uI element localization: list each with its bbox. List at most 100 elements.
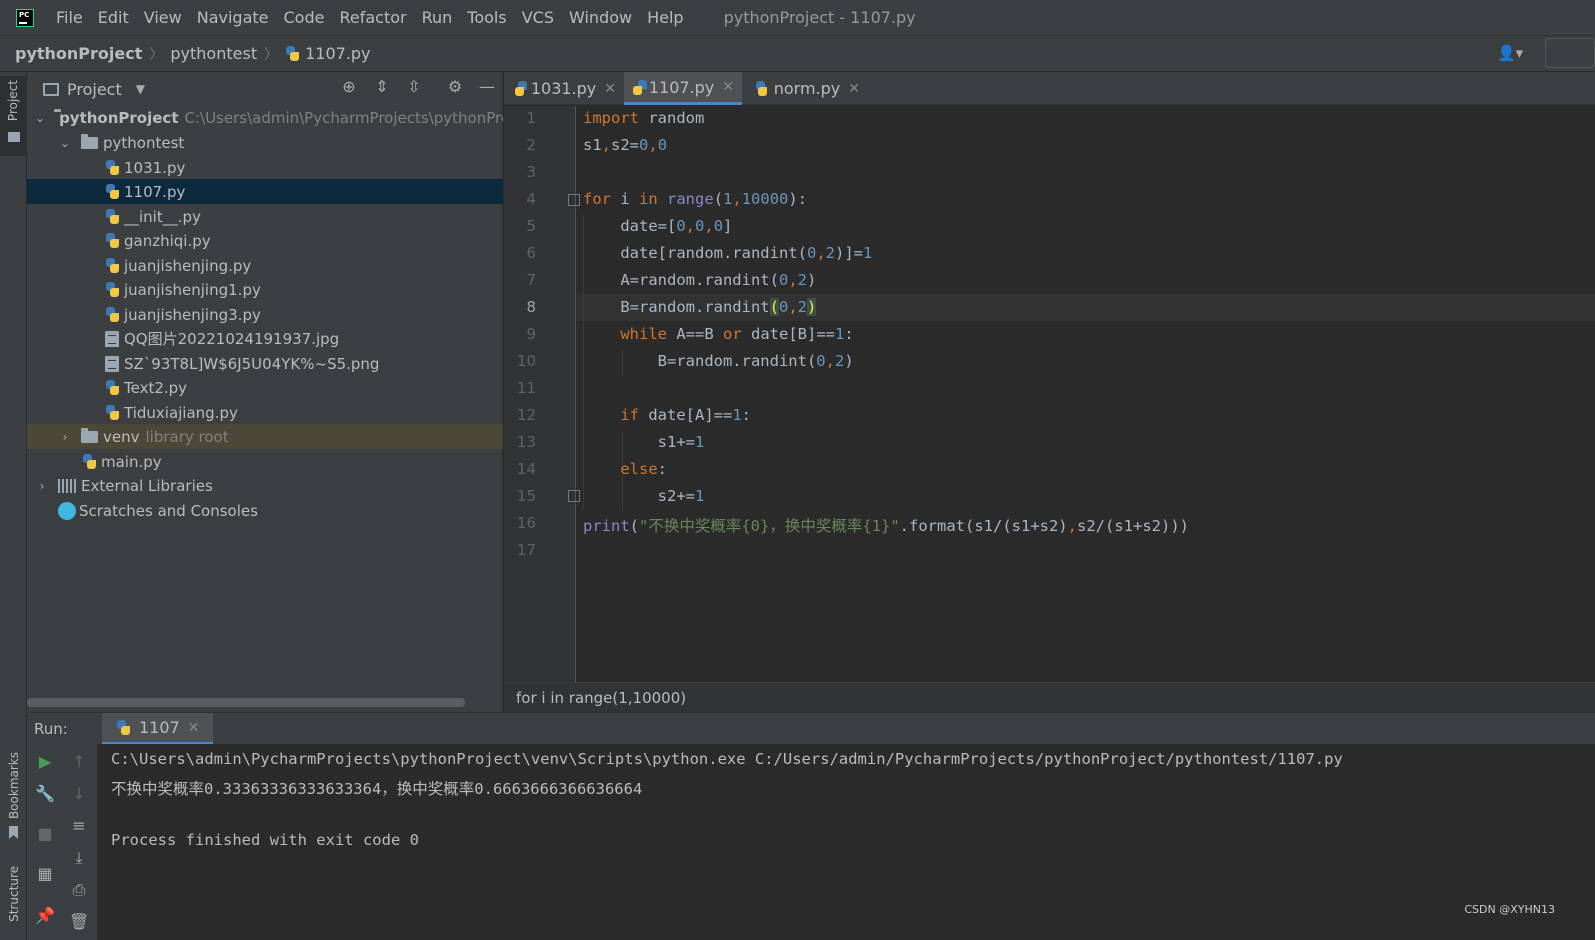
tree-root-project[interactable]: ⌄ pythonProject C:\Users\admin\PycharmPr…: [27, 105, 503, 130]
chevron-down-icon[interactable]: ⌄: [35, 111, 45, 125]
code-line-8: B=random.randint(0,2): [583, 298, 817, 316]
menu-refactor[interactable]: Refactor: [339, 8, 406, 27]
tree-file[interactable]: juanjishenjing1.py: [27, 277, 503, 302]
folder-icon: [81, 133, 98, 149]
line-number: 9: [526, 325, 536, 343]
code-line-16: print("不换中奖概率{0}，换中奖概率{1}".format(s1/(s1…: [583, 517, 1189, 535]
tree-scratches[interactable]: Scratches and Consoles: [27, 498, 503, 523]
scroll-to-end-icon[interactable]: ⤓: [69, 848, 89, 868]
project-horizontal-scrollbar[interactable]: [27, 698, 465, 707]
python-file-icon: [105, 380, 120, 395]
tree-file[interactable]: __init__.py: [27, 204, 503, 229]
soft-wrap-icon[interactable]: ≡: [69, 816, 89, 836]
code-line-13: s1+=1: [583, 433, 705, 451]
line-number: 16: [516, 514, 536, 532]
fold-marker-icon[interactable]: [568, 490, 580, 502]
run-tab-1107[interactable]: 1107 ✕: [102, 713, 214, 745]
tree-file-label: juanjishenjing.py: [124, 256, 252, 275]
tree-file-selected[interactable]: 1107.py: [27, 179, 503, 204]
hide-panel-icon[interactable]: —: [478, 78, 496, 96]
image-file-icon: [105, 355, 119, 372]
layout-icon[interactable]: ▦: [35, 864, 55, 884]
expand-all-icon[interactable]: ⇕: [373, 78, 391, 96]
tree-file[interactable]: ganzhiqi.py: [27, 228, 503, 253]
run-toolbar: ▶ ↑ 🔧 ↓ ■ ≡ ⤓ ▦ ⎙ 📌 🗑: [27, 744, 97, 940]
tab-norm[interactable]: norm.py ✕: [742, 72, 868, 105]
project-panel-title[interactable]: Project: [67, 80, 122, 99]
line-number: 7: [526, 271, 536, 289]
menu-edit[interactable]: Edit: [98, 8, 129, 27]
print-icon[interactable]: ⎙: [69, 880, 89, 900]
tree-folder-venv[interactable]: › venv library root: [27, 424, 503, 449]
menu-vcs[interactable]: VCS: [522, 8, 554, 27]
menu-window[interactable]: Window: [569, 8, 632, 27]
menu-file[interactable]: File: [56, 8, 83, 27]
python-file-icon: [105, 282, 120, 297]
breadcrumb-file[interactable]: 1107.py: [305, 44, 370, 63]
library-icon: [58, 478, 76, 493]
editor-tab-bar: 1031.py ✕ 1107.py ✕ norm.py ✕: [504, 72, 1595, 105]
menu-help[interactable]: Help: [647, 8, 683, 27]
menu-run[interactable]: Run: [422, 8, 453, 27]
chevron-down-icon[interactable]: ⌄: [58, 136, 72, 150]
scroll-up-icon[interactable]: ↑: [69, 752, 89, 772]
project-view-icon: [43, 82, 59, 96]
tree-external-libraries[interactable]: › External Libraries: [27, 473, 503, 498]
structure-tool-label[interactable]: Structure: [7, 866, 21, 922]
menu-navigate[interactable]: Navigate: [197, 8, 269, 27]
tree-folder-pythontest[interactable]: ⌄ pythontest: [27, 130, 503, 155]
tab-1107[interactable]: 1107.py ✕: [624, 72, 742, 105]
breadcrumb-folder[interactable]: pythontest: [170, 44, 257, 63]
menu-code[interactable]: Code: [284, 8, 325, 27]
image-file-icon: [105, 330, 119, 347]
chevron-right-icon[interactable]: ›: [58, 430, 72, 444]
tab-1031[interactable]: 1031.py ✕: [504, 72, 624, 105]
rerun-icon[interactable]: ▶: [35, 752, 55, 772]
user-account-icon[interactable]: 👤▾: [1497, 44, 1525, 64]
stop-icon[interactable]: ■: [35, 824, 55, 844]
tab-label: 1107.py: [648, 77, 715, 97]
close-icon[interactable]: ✕: [848, 81, 860, 97]
tree-file[interactable]: Text2.py: [27, 375, 503, 400]
editor-breadcrumb-status[interactable]: for i in range(1,10000): [504, 682, 1595, 712]
code-line-7: A=random.randint(0,2): [583, 271, 817, 289]
fold-marker-icon[interactable]: [568, 194, 580, 206]
tree-file[interactable]: main.py: [27, 449, 503, 474]
close-icon[interactable]: ✕: [722, 79, 734, 95]
breadcrumb: pythonProject 〉 pythontest 〉 1107.py: [0, 36, 1595, 72]
locate-file-icon[interactable]: ⊕: [340, 78, 358, 96]
tree-file[interactable]: 1031.py: [27, 155, 503, 180]
trash-icon[interactable]: 🗑: [69, 912, 89, 932]
menu-tools[interactable]: Tools: [467, 8, 506, 27]
bookmarks-tool-label[interactable]: Bookmarks: [7, 752, 21, 819]
chevron-down-icon[interactable]: ▼: [136, 82, 145, 96]
code-line-2: s1,s2=0,0: [583, 136, 668, 154]
tree-root-name: pythonProject: [59, 108, 179, 127]
collapse-all-icon[interactable]: ⇳: [405, 78, 423, 96]
tree-file[interactable]: QQ图片20221024191937.jpg: [27, 326, 503, 351]
python-file-icon: [105, 209, 120, 224]
close-icon[interactable]: ✕: [604, 81, 616, 97]
code-line-14: else:: [620, 460, 667, 478]
project-panel-header: Project ▼: [27, 72, 503, 106]
scroll-down-icon[interactable]: ↓: [69, 784, 89, 804]
pin-icon[interactable]: 📌: [35, 906, 55, 926]
wrench-icon[interactable]: 🔧: [35, 784, 55, 804]
watermark: CSDN @XYHN13: [1464, 903, 1555, 916]
python-file-icon: [285, 46, 300, 61]
pycharm-logo-icon: PC: [16, 8, 34, 27]
tree-file[interactable]: SZ`93T8L]W$6J5U04YK%~S5.png: [27, 351, 503, 376]
project-tool-window-button[interactable]: Project: [0, 76, 27, 156]
gear-icon[interactable]: ⚙: [446, 78, 464, 96]
window-title: pythonProject - 1107.py: [723, 8, 916, 27]
chevron-right-icon[interactable]: ›: [35, 479, 49, 493]
tree-file[interactable]: juanjishenjing3.py: [27, 302, 503, 327]
breadcrumb-project[interactable]: pythonProject: [15, 44, 142, 63]
toolbar-run-config-button[interactable]: [1545, 38, 1595, 68]
code-line-15: s2+=1: [583, 487, 705, 505]
tree-file[interactable]: Tiduxiajiang.py: [27, 400, 503, 425]
menu-view[interactable]: View: [144, 8, 182, 27]
close-icon[interactable]: ✕: [188, 720, 200, 736]
tree-file[interactable]: juanjishenjing.py: [27, 253, 503, 278]
python-file-icon: [82, 454, 97, 469]
